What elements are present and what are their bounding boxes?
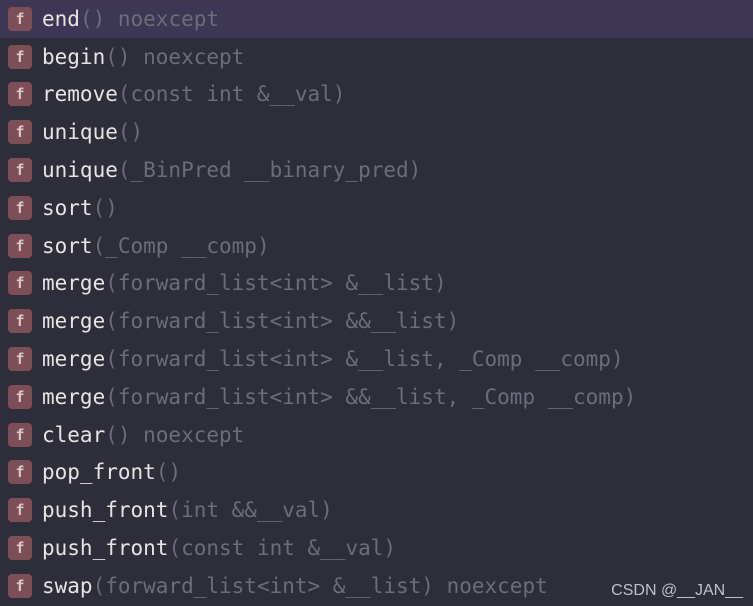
- icon-letter: f: [15, 161, 24, 179]
- function-icon: f: [8, 7, 32, 31]
- method-name: end: [42, 7, 80, 31]
- function-icon: f: [8, 120, 32, 144]
- function-icon: f: [8, 385, 32, 409]
- method-name: unique: [42, 120, 118, 144]
- completion-item[interactable]: f push_front(const int &__val): [0, 529, 753, 567]
- method-signature: (_Comp __comp): [93, 234, 270, 258]
- method-name: swap: [42, 574, 93, 598]
- completion-item[interactable]: f pop_front(): [0, 454, 753, 492]
- function-icon: f: [8, 536, 32, 560]
- method-name: begin: [42, 45, 105, 69]
- completion-item[interactable]: funique(): [0, 113, 753, 151]
- method-name: merge: [42, 347, 105, 371]
- function-icon: f: [8, 82, 32, 106]
- completion-item[interactable]: fsort(): [0, 189, 753, 227]
- method-signature: () noexcept: [105, 423, 244, 447]
- method-name: clear: [42, 423, 105, 447]
- icon-letter: f: [15, 350, 24, 368]
- icon-letter: f: [15, 426, 24, 444]
- method-name: merge: [42, 309, 105, 333]
- completion-item[interactable]: funique(_BinPred __binary_pred): [0, 151, 753, 189]
- function-icon: f: [8, 158, 32, 182]
- function-icon: f: [8, 347, 32, 371]
- completion-item[interactable]: fmerge(forward_list<int> &&__list, _Comp…: [0, 378, 753, 416]
- function-icon: f: [8, 196, 32, 220]
- completion-item[interactable]: fmerge(forward_list<int> &&__list): [0, 302, 753, 340]
- icon-letter: f: [15, 577, 24, 595]
- icon-letter: f: [15, 123, 24, 141]
- icon-letter: f: [15, 388, 24, 406]
- icon-letter: f: [15, 85, 24, 103]
- method-signature: () noexcept: [80, 7, 219, 31]
- method-name: pop_front: [42, 460, 156, 484]
- method-signature: (const int &__val): [168, 536, 396, 560]
- icon-letter: f: [15, 312, 24, 330]
- function-icon: f: [8, 309, 32, 333]
- function-icon: f: [8, 498, 32, 522]
- completion-item[interactable]: f push_front(int &&__val): [0, 491, 753, 529]
- completion-item[interactable]: fsort(_Comp __comp): [0, 227, 753, 265]
- function-icon: f: [8, 460, 32, 484]
- watermark-text: CSDN @__JAN__: [611, 582, 743, 600]
- icon-letter: f: [15, 539, 24, 557]
- method-name: merge: [42, 271, 105, 295]
- function-icon: f: [8, 423, 32, 447]
- method-name: push_front: [42, 498, 168, 522]
- method-signature: (_BinPred __binary_pred): [118, 158, 421, 182]
- icon-letter: f: [15, 501, 24, 519]
- method-signature: (forward_list<int> &__list) noexcept: [93, 574, 548, 598]
- method-name: push_front: [42, 536, 168, 560]
- method-signature: (): [118, 120, 143, 144]
- method-signature: (const int &__val): [118, 82, 346, 106]
- method-name: merge: [42, 385, 105, 409]
- function-icon: f: [8, 574, 32, 598]
- icon-letter: f: [15, 199, 24, 217]
- method-signature: (forward_list<int> &__list, _Comp __comp…: [105, 347, 623, 371]
- method-name: sort: [42, 234, 93, 258]
- method-name: sort: [42, 196, 93, 220]
- method-signature: (): [93, 196, 118, 220]
- icon-letter: f: [15, 463, 24, 481]
- method-signature: (forward_list<int> &&__list): [105, 309, 459, 333]
- function-icon: f: [8, 271, 32, 295]
- method-signature: (forward_list<int> &&__list, _Comp __com…: [105, 385, 636, 409]
- method-name: remove: [42, 82, 118, 106]
- method-name: unique: [42, 158, 118, 182]
- icon-letter: f: [15, 10, 24, 28]
- completion-list: fend() noexceptfbegin() noexceptfremove(…: [0, 0, 753, 605]
- completion-item[interactable]: fmerge(forward_list<int> &__list, _Comp …: [0, 340, 753, 378]
- completion-item[interactable]: fend() noexcept: [0, 0, 753, 38]
- method-signature: (): [156, 460, 181, 484]
- method-signature: () noexcept: [105, 45, 244, 69]
- icon-letter: f: [15, 237, 24, 255]
- method-signature: (int &&__val): [168, 498, 332, 522]
- function-icon: f: [8, 45, 32, 69]
- method-signature: (forward_list<int> &__list): [105, 271, 446, 295]
- completion-item[interactable]: fclear() noexcept: [0, 416, 753, 454]
- function-icon: f: [8, 234, 32, 258]
- icon-letter: f: [15, 48, 24, 66]
- completion-item[interactable]: fbegin() noexcept: [0, 38, 753, 76]
- icon-letter: f: [15, 274, 24, 292]
- completion-item[interactable]: fremove(const int &__val): [0, 76, 753, 114]
- completion-item[interactable]: fmerge(forward_list<int> &__list): [0, 265, 753, 303]
